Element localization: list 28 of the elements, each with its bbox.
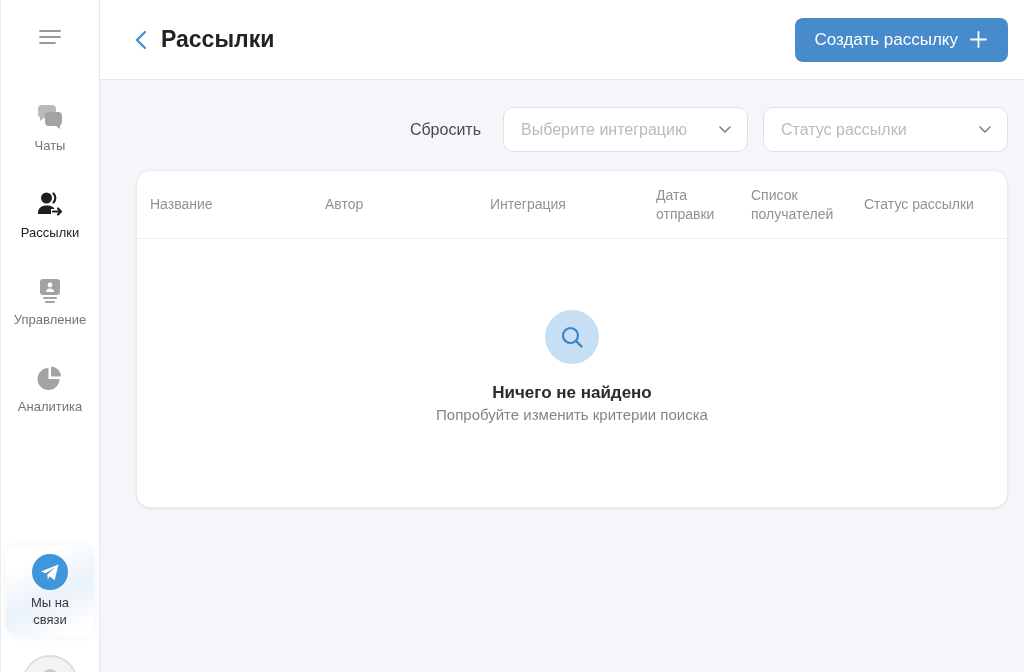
column-header: Статус рассылки bbox=[864, 195, 975, 214]
person-card-icon bbox=[37, 278, 63, 304]
create-button[interactable]: Создать рассылку bbox=[795, 17, 1008, 62]
column-header: Дата отправки bbox=[656, 185, 716, 224]
paper-plane-icon bbox=[32, 554, 68, 590]
search-icon bbox=[545, 310, 599, 364]
sidebar-item[interactable]: Рассылки bbox=[20, 191, 80, 241]
sidebar-item[interactable]: Аналитика bbox=[17, 365, 83, 415]
column-header: Список получателей bbox=[751, 185, 835, 224]
column-header: Интеграция bbox=[490, 195, 567, 214]
menu-icon[interactable] bbox=[39, 30, 61, 44]
support-card[interactable]: Мы на связи bbox=[6, 545, 94, 637]
sidebar-item[interactable]: Управление bbox=[13, 278, 87, 328]
page-title: Рассылки bbox=[161, 26, 275, 53]
chevron-down-icon bbox=[719, 126, 731, 133]
empty-hint: Попробуйте изменить критерии поиска bbox=[436, 405, 708, 425]
sidebar-item[interactable]: Чаты bbox=[34, 104, 66, 154]
column-header: Автор bbox=[325, 195, 365, 214]
user-arrow-icon bbox=[37, 191, 63, 217]
chevron-down-icon bbox=[979, 126, 991, 133]
reset-button[interactable]: Сбросить bbox=[409, 120, 481, 139]
speech-bubbles-icon bbox=[37, 104, 63, 130]
column-header: Название bbox=[150, 195, 214, 214]
avatar-icon[interactable] bbox=[22, 655, 78, 672]
empty-title: Ничего не найдено bbox=[492, 382, 652, 404]
chevron-left-icon[interactable] bbox=[135, 29, 147, 50]
plus-icon bbox=[970, 31, 987, 48]
pie-chart-icon bbox=[37, 365, 63, 391]
